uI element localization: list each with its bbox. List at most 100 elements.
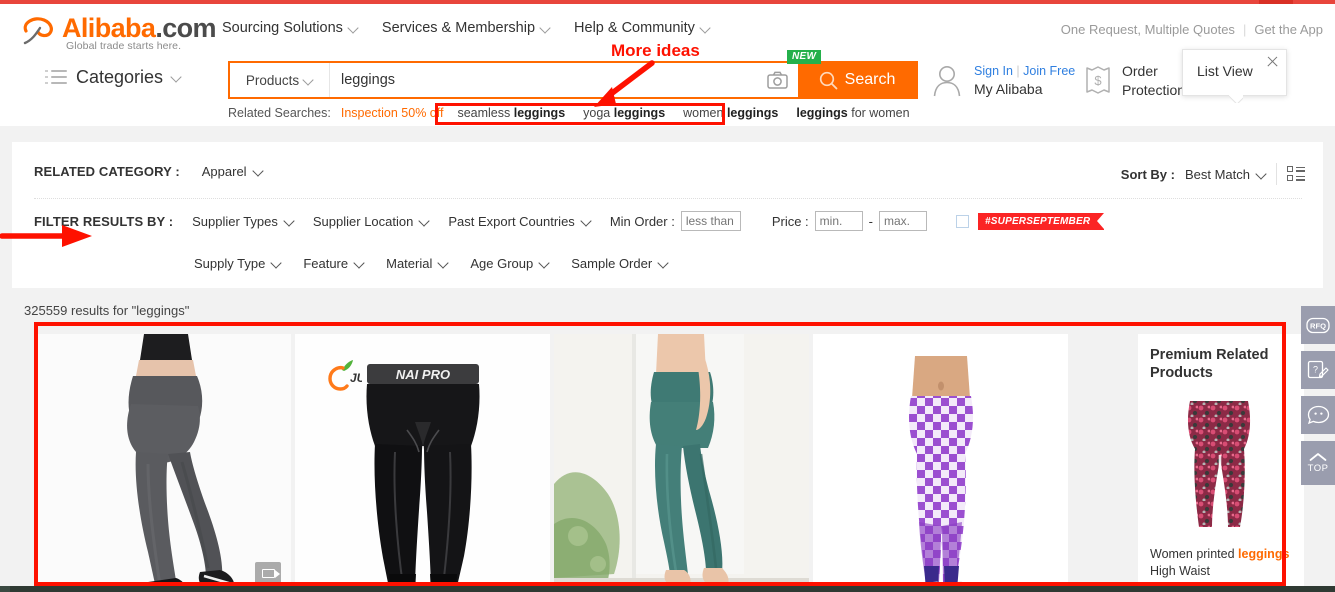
related-category-value: Apparel (201, 164, 247, 179)
list-view-tooltip-text: List View (1197, 63, 1253, 79)
filter-supplier-location[interactable]: Supplier Location (313, 214, 429, 229)
floating-toolbar: RFQ ? TOP (1301, 306, 1335, 592)
price-filter: Price : - (772, 211, 928, 231)
nav-label: Sourcing Solutions (222, 20, 343, 36)
chevron-down-icon (701, 24, 710, 33)
rfq-icon: RFQ (1306, 317, 1330, 333)
filter-supply-type[interactable]: Supply Type (194, 256, 281, 271)
filter-material[interactable]: Material (386, 256, 448, 271)
main-navigation: Sourcing Solutions Services & Membership… (222, 20, 710, 36)
back-to-top-button[interactable]: TOP (1301, 441, 1335, 485)
nav-label: Help & Community (574, 20, 695, 36)
order-protection-block[interactable]: $ Order Protection (1083, 62, 1185, 100)
filter-label: Past Export Countries (448, 213, 575, 229)
product-card[interactable] (554, 334, 809, 592)
chevron-down-icon (355, 259, 364, 268)
one-request-multiple-quotes-link[interactable]: One Request, Multiple Quotes (1061, 22, 1235, 37)
min-order-filter: Min Order : (610, 211, 741, 231)
nav-services-membership[interactable]: Services & Membership (382, 20, 550, 36)
filter-label: Material (386, 256, 433, 271)
premium-product-image-floral-leggings[interactable] (1150, 393, 1288, 540)
superseptember-badge: #SUPERSEPTEMBER (978, 212, 1105, 230)
related-category-row: RELATED CATEGORY : Apparel (34, 164, 263, 179)
search-button-label: Search (844, 71, 896, 88)
nav-label: Services & Membership (381, 20, 536, 36)
chat-button[interactable] (1301, 396, 1335, 434)
left-gutter (0, 288, 12, 592)
price-max-input[interactable] (879, 211, 928, 231)
nav-help-community[interactable]: Help & Community (574, 20, 710, 36)
my-alibaba-link[interactable]: My Alibaba (974, 80, 1075, 99)
filter-feature[interactable]: Feature (303, 256, 364, 271)
logo-tagline: Global trade starts here. (66, 40, 182, 52)
get-the-app-link[interactable]: Get the App (1254, 22, 1323, 37)
chevron-down-icon (304, 76, 313, 85)
account-divider: | (1016, 64, 1020, 78)
annotation-more-ideas-label: More ideas (611, 41, 700, 60)
user-avatar-icon (933, 65, 961, 96)
min-order-input[interactable] (680, 211, 741, 231)
list-view-toggle-icon[interactable] (1287, 166, 1305, 182)
hamburger-list-icon (45, 70, 67, 85)
chevron-down-icon (172, 73, 181, 82)
chevron-down-icon (540, 259, 549, 268)
results-count: 325559 results for "leggings" (24, 303, 190, 318)
chevron-down-icon (541, 24, 550, 33)
filter-past-export-countries[interactable]: Past Export Countries (448, 214, 590, 229)
smiley-chat-icon (1307, 405, 1329, 425)
site-header: Alibaba.com Global trade starts here. So… (0, 4, 1335, 126)
related-category-dropdown-apparel[interactable]: Apparel (202, 164, 263, 179)
camera-icon (766, 71, 788, 89)
search-category-label: Products (245, 72, 300, 88)
bottom-page-strip (0, 586, 1335, 592)
related-term-leggings-for-women[interactable]: leggings for women (796, 106, 909, 120)
feedback-button[interactable]: ? (1301, 351, 1335, 389)
chevron-down-icon (272, 259, 281, 268)
header-utility-links: One Request, Multiple Quotes | Get the A… (1061, 22, 1323, 37)
search-category-dropdown[interactable]: Products (230, 63, 330, 97)
product-card[interactable]: NAI PRO J (295, 334, 550, 592)
close-icon[interactable] (1265, 55, 1279, 69)
min-order-label: Min Order : (609, 213, 675, 229)
filter-supplier-types[interactable]: Supplier Types (192, 214, 294, 229)
filter-sample-order[interactable]: Sample Order (571, 256, 668, 271)
svg-text:?: ? (1313, 364, 1318, 374)
product-grid: NAI PRO J (12, 318, 1130, 592)
premium-related-products-panel: Premium Related Products Women printed l… (1138, 334, 1304, 592)
alibaba-logo[interactable]: Alibaba.com Global trade starts here. (18, 13, 217, 53)
premium-product-title[interactable]: Women printed leggings High Waist (1150, 546, 1294, 579)
product-card[interactable] (36, 334, 291, 592)
product-card[interactable] (813, 334, 1068, 592)
sort-by-dropdown[interactable]: Best Match (1185, 167, 1266, 182)
chevron-down-icon (582, 217, 591, 226)
chevron-down-icon (659, 259, 668, 268)
nav-sourcing-solutions[interactable]: Sourcing Solutions (222, 20, 358, 36)
back-to-top-label: TOP (1307, 463, 1329, 474)
price-min-input[interactable] (814, 211, 863, 231)
image-search-button[interactable] (756, 63, 798, 97)
sign-in-link[interactable]: Sign In (974, 64, 1013, 78)
filter-label: Supplier Location (312, 213, 414, 229)
price-range-dash: - (868, 213, 874, 229)
join-free-link[interactable]: Join Free (1023, 64, 1075, 78)
chevron-down-icon (285, 217, 294, 226)
page-root: Alibaba.com Global trade starts here. So… (0, 0, 1335, 592)
superseptember-checkbox[interactable] (956, 214, 970, 228)
filter-label: Supply Type (194, 256, 266, 271)
chevron-down-icon (1257, 170, 1266, 179)
filter-age-group[interactable]: Age Group (470, 256, 549, 271)
order-protection-icon: $ (1086, 66, 1110, 94)
categories-label: Categories (76, 67, 164, 87)
svg-text:$: $ (1094, 73, 1102, 88)
search-icon (819, 71, 838, 89)
search-input[interactable] (330, 63, 756, 97)
product-image-grey-leggings (36, 334, 291, 592)
rfq-button[interactable]: RFQ (1301, 306, 1335, 344)
superseptember-filter: #SUPERSEPTEMBER (956, 212, 1105, 230)
inspection-promo-link[interactable]: Inspection 50% off (341, 106, 444, 120)
related-category-label: RELATED CATEGORY : (34, 164, 180, 179)
search-button[interactable]: Search (798, 63, 916, 97)
chevron-down-icon (254, 167, 263, 176)
bottom-strip-segment (10, 586, 1335, 592)
categories-menu-button[interactable]: Categories (45, 67, 181, 88)
